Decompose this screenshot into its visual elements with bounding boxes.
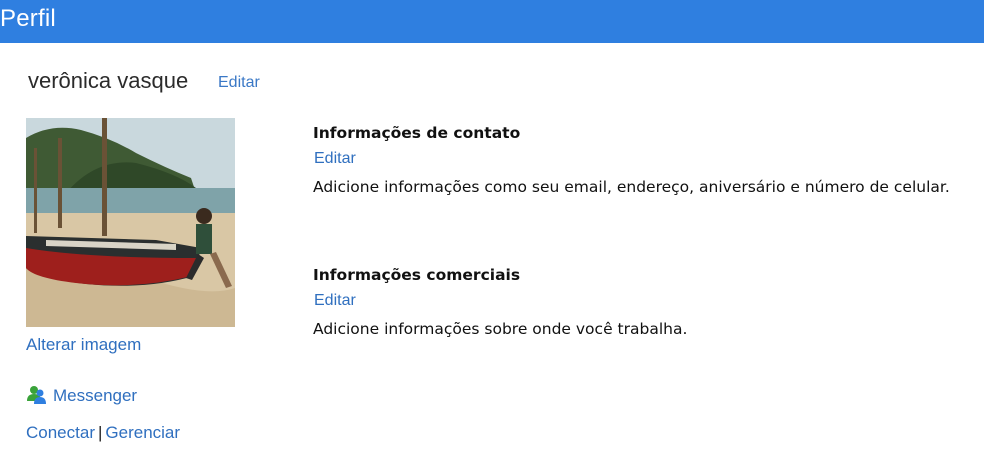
- link-separator: |: [97, 423, 103, 442]
- connect-link[interactable]: Conectar: [26, 423, 95, 442]
- contact-info-description: Adicione informações como seu email, end…: [313, 178, 950, 196]
- messenger-actions: Conectar | Gerenciar: [26, 423, 180, 443]
- edit-name-link[interactable]: Editar: [218, 74, 260, 92]
- manage-link[interactable]: Gerenciar: [105, 423, 180, 442]
- change-image-link[interactable]: Alterar imagem: [26, 335, 141, 355]
- business-info-description: Adicione informações sobre onde você tra…: [313, 320, 688, 338]
- profile-name: verônica vasque: [28, 68, 189, 93]
- business-info-title: Informações comerciais: [313, 266, 521, 284]
- messenger-link[interactable]: Messenger: [53, 386, 137, 406]
- page-title: Perfil: [0, 5, 56, 32]
- profile-photo: [26, 118, 235, 327]
- contact-info-title: Informações de contato: [313, 124, 521, 142]
- header-bar: Perfil: [0, 0, 984, 43]
- business-info-edit-link[interactable]: Editar: [314, 292, 356, 310]
- contact-info-edit-link[interactable]: Editar: [314, 150, 356, 168]
- messenger-people-icon: [26, 385, 46, 405]
